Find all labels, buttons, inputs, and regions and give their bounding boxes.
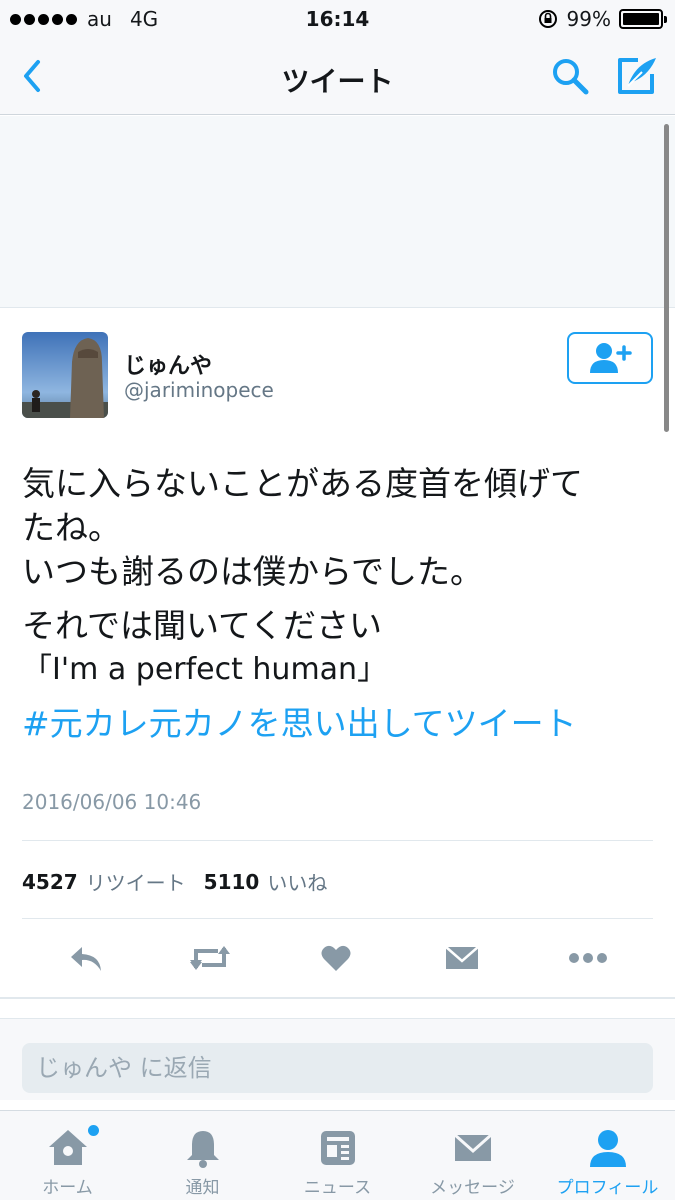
battery-icon — [619, 9, 667, 29]
tab-home[interactable]: ホーム — [0, 1111, 135, 1200]
scrollbar[interactable] — [664, 124, 669, 432]
like-label[interactable]: いいね — [267, 867, 327, 896]
news-icon — [321, 1131, 355, 1165]
tweet-stats: 4527 リツイート 5110 いいね — [22, 867, 345, 896]
notification-dot — [88, 1125, 99, 1136]
tweet-line: 気に入らないことがある度首を傾げて — [22, 464, 583, 503]
tab-news[interactable]: ニュース — [270, 1111, 405, 1200]
retweet-label[interactable]: リツイート — [86, 867, 186, 896]
hashtag-link[interactable]: #元カレ元カノを思い出してツイート — [22, 702, 642, 746]
tab-notifications[interactable]: 通知 — [135, 1111, 270, 1200]
user-handle[interactable]: @jariminopece — [124, 378, 274, 402]
retweet-icon — [190, 946, 230, 970]
rotation-lock-icon — [538, 10, 557, 28]
tweet-line: それでは聞いてください — [22, 606, 383, 645]
more-button[interactable] — [566, 936, 610, 980]
retweet-count[interactable]: 4527 — [22, 870, 78, 894]
tweet-timestamp: 2016/06/06 10:46 — [22, 790, 202, 814]
tweet-line: たね。 — [22, 508, 121, 547]
tab-label: プロフィール — [556, 1178, 659, 1198]
search-icon[interactable] — [548, 54, 592, 98]
tab-label: 通知 — [185, 1178, 220, 1198]
envelope-icon — [445, 946, 479, 969]
status-bar: au 4G 16:14 99% — [0, 0, 675, 40]
avatar[interactable] — [22, 332, 108, 418]
retweet-button[interactable] — [188, 936, 232, 980]
media-placeholder — [0, 116, 675, 308]
more-dots-icon — [569, 953, 607, 963]
tab-label: ニュース — [303, 1178, 372, 1198]
divider — [22, 840, 653, 841]
battery-percent: 99% — [566, 7, 611, 31]
tab-messages[interactable]: メッセージ — [405, 1111, 540, 1200]
tweet-actions — [0, 936, 675, 980]
tweet-line: いつも謝るのは僕からでした。 — [22, 552, 484, 591]
user-display-name[interactable]: じゅんや — [124, 348, 212, 380]
home-icon — [49, 1130, 87, 1165]
tab-label: ホーム — [42, 1178, 93, 1198]
status-right: 99% — [537, 7, 667, 31]
envelope-icon — [454, 1133, 492, 1161]
divider — [0, 997, 675, 999]
tweet-line: 「I'm a perfect human」 — [22, 652, 388, 687]
person-icon — [590, 1130, 626, 1167]
nav-bar: ツイート — [0, 40, 675, 115]
like-count[interactable]: 5110 — [204, 870, 260, 894]
follow-button[interactable] — [567, 332, 653, 384]
direct-message-button[interactable] — [440, 936, 484, 980]
bell-icon — [187, 1131, 219, 1168]
reply-input[interactable] — [22, 1043, 653, 1093]
tweet-text: 気に入らないことがある度首を傾げて たね。 いつも謝るのは僕からでした。 それで… — [22, 462, 642, 746]
heart-icon — [321, 945, 351, 971]
divider — [22, 918, 653, 919]
compose-tweet-icon[interactable] — [612, 52, 660, 100]
like-button[interactable] — [314, 936, 358, 980]
tab-profile[interactable]: プロフィール — [540, 1111, 675, 1200]
add-user-icon — [590, 343, 632, 373]
reply-button[interactable] — [64, 936, 108, 980]
tab-label: メッセージ — [430, 1178, 515, 1198]
reply-icon — [71, 947, 101, 971]
tab-bar: ホーム 通知 ニュース メッセージ プロフィール — [0, 1110, 675, 1200]
